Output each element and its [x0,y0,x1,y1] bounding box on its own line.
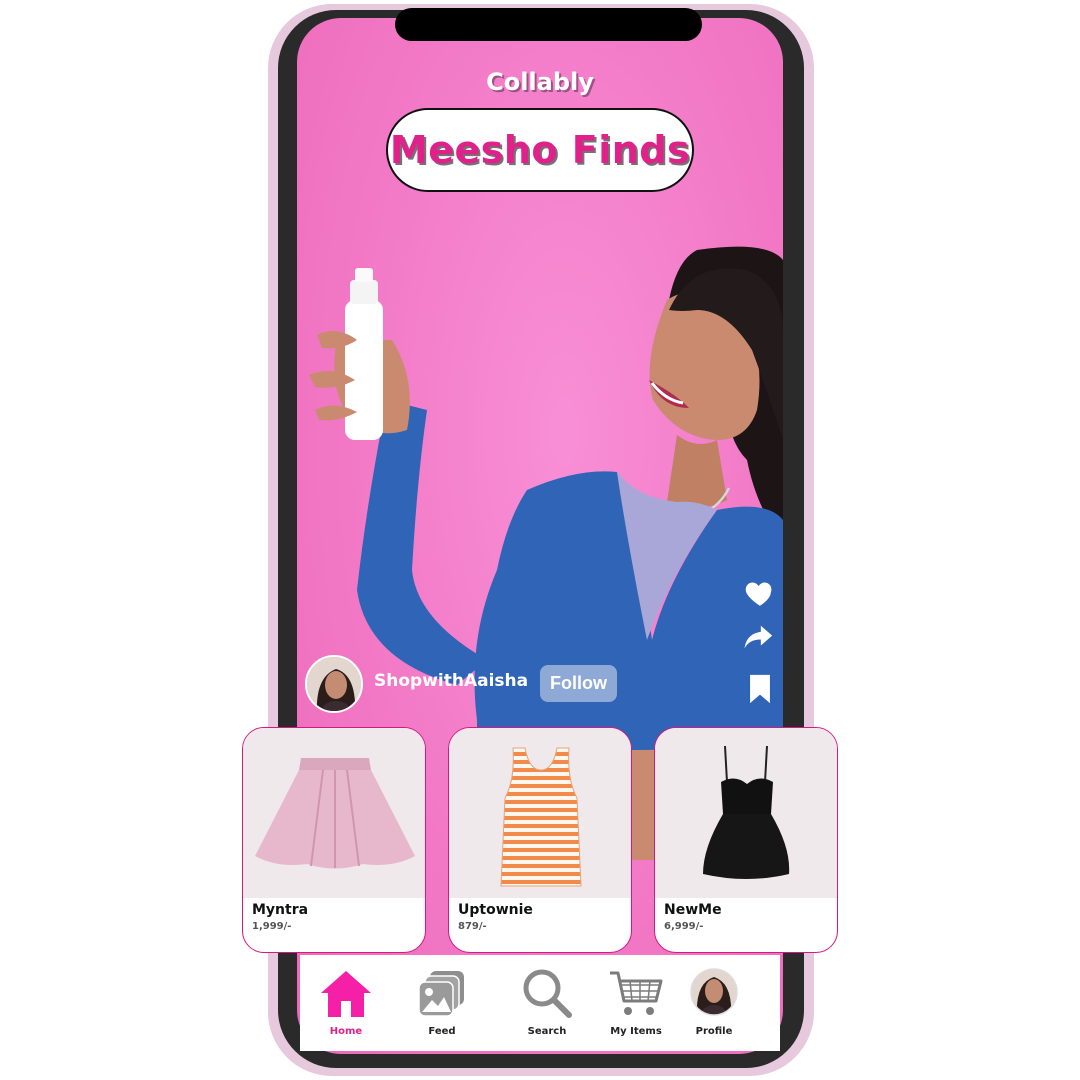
nav-item-profile[interactable]: Profile [674,963,754,1049]
black-dress-image [703,745,790,879]
nav-label-feed: Feed [428,1026,456,1037]
product-price: 1,999/- [252,921,292,932]
product-card[interactable]: NewMe 6,999/- [654,727,838,953]
search-icon [523,969,572,1018]
product-price: 6,999/- [664,921,704,932]
nav-label-profile: Profile [695,1026,733,1037]
product-image [655,728,837,898]
product-card[interactable]: Myntra 1,999/- [242,727,426,953]
share-icon[interactable] [741,620,775,654]
bookmark-icon[interactable] [743,672,777,706]
nav-label-home: Home [329,1026,363,1037]
creator-handle[interactable]: ShopwithAaisha [374,671,528,691]
nav-label-search: Search [527,1026,567,1037]
product-image [449,728,631,898]
follow-button[interactable]: Follow [540,665,617,702]
bottom-nav: Home Feed Search My Items Profile [300,955,780,1051]
product-brand: Myntra [252,902,309,918]
page-title: Meesho Finds [389,128,691,172]
product-card[interactable]: Uptownie 879/- [448,727,632,953]
nav-item-home[interactable]: Home [306,963,386,1049]
pink-skirt-image [255,758,415,869]
nav-item-feed[interactable]: Feed [402,963,482,1049]
app-name: Collably [486,68,594,96]
nav-item-search[interactable]: Search [507,963,587,1049]
product-brand: NewMe [664,902,722,918]
avatar [690,968,738,1016]
creator-avatar[interactable] [305,655,363,713]
home-icon [321,971,371,1017]
heart-icon[interactable] [743,576,777,610]
gallery-icon [418,971,464,1017]
striped-tank-top-image [500,747,582,887]
nav-label-my-items: My Items [610,1026,662,1037]
page-title-pill: Meesho Finds [386,108,694,192]
product-brand: Uptownie [458,902,533,918]
nav-item-my-items[interactable]: My Items [596,963,676,1049]
cart-icon [610,971,663,1015]
phone-notch [395,8,702,41]
product-price: 879/- [458,921,487,932]
product-image [243,728,425,898]
